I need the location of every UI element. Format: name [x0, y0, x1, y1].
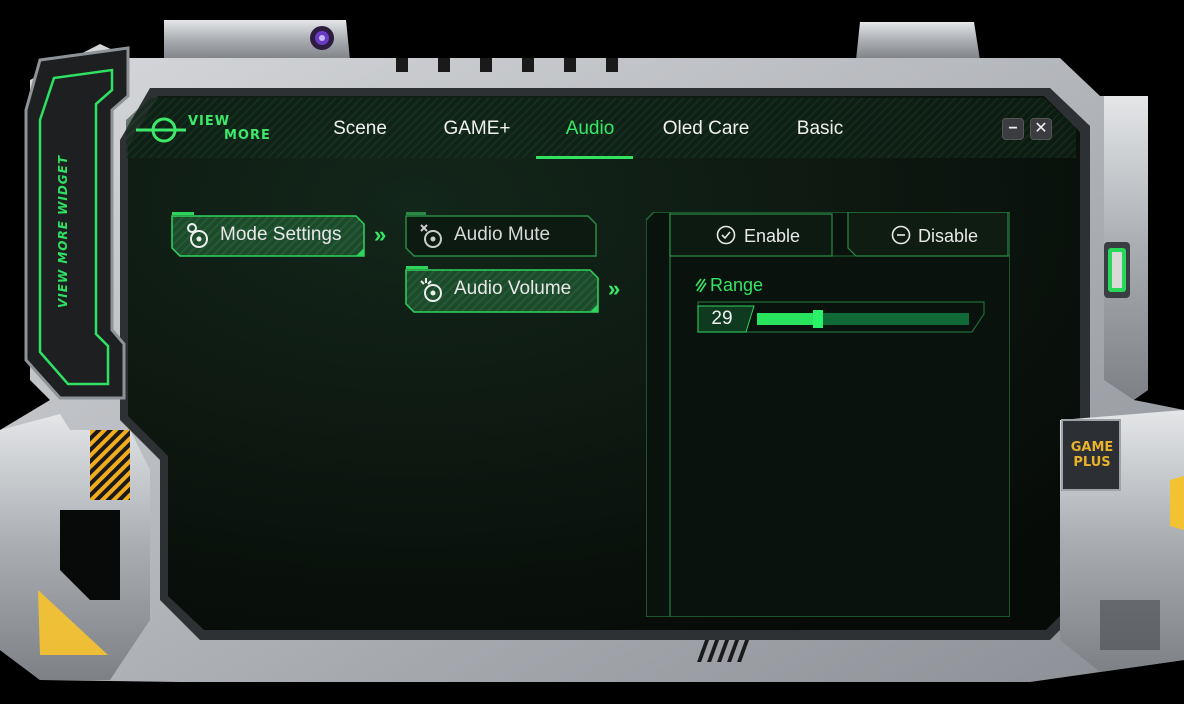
side-brand-label: VIEW MORE WIDGET [56, 154, 70, 308]
audio-mute-button[interactable]: Audio Mute [404, 212, 598, 258]
volume-slider-fill [757, 313, 818, 325]
volume-slider[interactable] [757, 310, 969, 328]
chevron-right-icon: » [608, 276, 621, 301]
tab-oled-care[interactable]: Oled Care [654, 112, 758, 148]
tab-audio[interactable]: Audio [540, 112, 640, 148]
range-label: Range [710, 275, 764, 295]
logo-line-1: VIEW [188, 114, 231, 129]
audio-volume-label: Audio Volume [454, 278, 572, 299]
game-plus-badge: GAME PLUS [1066, 440, 1118, 484]
volume-disc-icon [420, 278, 442, 302]
gear-disc-icon [187, 223, 208, 248]
disable-label: Disable [918, 226, 979, 246]
active-tab-indicator [536, 156, 633, 159]
logo-mark-icon [136, 117, 186, 143]
volume-slider-thumb[interactable] [813, 310, 823, 328]
range-marker-icon [695, 278, 707, 293]
game-plus-line-2: PLUS [1073, 455, 1111, 470]
minimize-button[interactable]: − [1002, 118, 1024, 140]
tab-basic[interactable]: Basic [784, 112, 856, 148]
game-plus-line-1: GAME [1070, 440, 1114, 455]
mute-disc-icon [420, 224, 442, 248]
mode-settings-label: Mode Settings [220, 224, 342, 245]
tab-scene[interactable]: Scene [318, 112, 402, 148]
disable-option[interactable]: Disable [848, 214, 1010, 258]
chevron-right-icon: » [374, 222, 387, 247]
settings-panel [646, 212, 1010, 617]
close-button[interactable]: ✕ [1030, 118, 1052, 140]
audio-mute-label: Audio Mute [454, 224, 551, 245]
mode-settings-button[interactable]: Mode Settings [170, 212, 366, 258]
range-value: 29 [711, 308, 733, 329]
enable-option[interactable]: Enable [670, 214, 834, 258]
check-circle-icon [716, 225, 736, 245]
tab-game-plus[interactable]: GAME+ [432, 112, 522, 148]
logo-line-2: MORE [224, 128, 271, 143]
enable-label: Enable [744, 226, 801, 246]
app-logo: VIEW MORE [136, 112, 296, 148]
audio-volume-button[interactable]: Audio Volume [404, 266, 599, 313]
minus-circle-icon [891, 225, 911, 245]
